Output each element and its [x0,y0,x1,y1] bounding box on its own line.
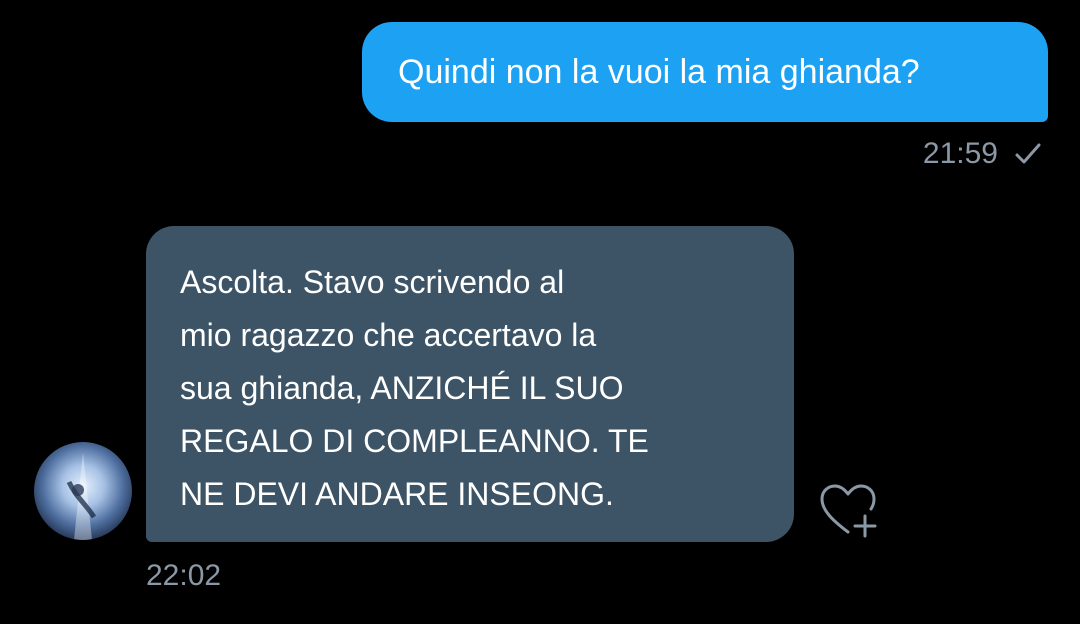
sent-message-text: Quindi non la vuoi la mia ghianda? [398,53,920,91]
sent-message-time: 21:59 [922,137,998,170]
check-icon [1014,142,1042,166]
sent-message-meta: 21:59 [923,136,1042,172]
received-message-text: Ascolta. Stavo scrivendo al mio ragazzo … [180,264,649,512]
avatar[interactable] [34,442,132,540]
heart-plus-icon[interactable] [818,482,884,540]
sent-message-bubble[interactable]: Quindi non la vuoi la mia ghianda? [362,22,1048,122]
received-message-time: 22:02 [146,559,222,592]
received-message-bubble[interactable]: Ascolta. Stavo scrivendo al mio ragazzo … [146,226,794,542]
